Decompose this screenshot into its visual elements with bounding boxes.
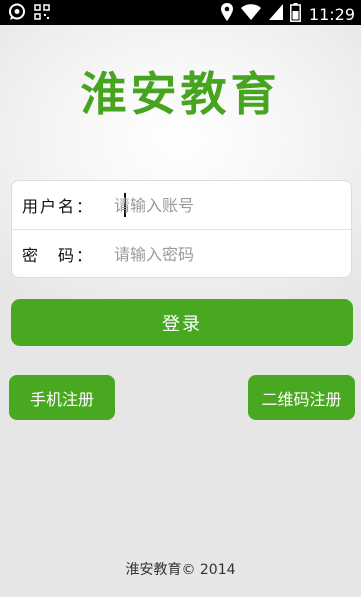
username-input[interactable] [114,187,344,223]
username-row: 用户名： [12,181,351,229]
location-icon [220,2,234,26]
password-input[interactable] [114,236,344,272]
status-bar-right: 11:29 [220,2,355,26]
grid-app-icon [34,4,50,24]
phone-register-button[interactable]: 手机注册 [9,375,115,420]
password-row: 密 码： [12,230,351,278]
chat-bubble-icon [8,3,26,25]
signal-icon [268,3,284,25]
battery-icon [289,2,301,26]
wifi-icon [240,3,262,25]
login-button[interactable]: 登录 [11,299,353,346]
login-form: 用户名： 密 码： [11,180,352,278]
status-time: 11:29 [308,4,355,24]
status-bar-left [8,3,50,25]
username-label: 用户名： [22,197,95,216]
copyright-footer: 淮安教育© 2014 [125,562,236,578]
qr-register-button[interactable]: 二维码注册 [248,375,355,420]
status-bar: 11:29 [0,0,361,25]
password-label: 密 码： [22,246,95,265]
app-title: 淮安教育 [80,67,281,121]
